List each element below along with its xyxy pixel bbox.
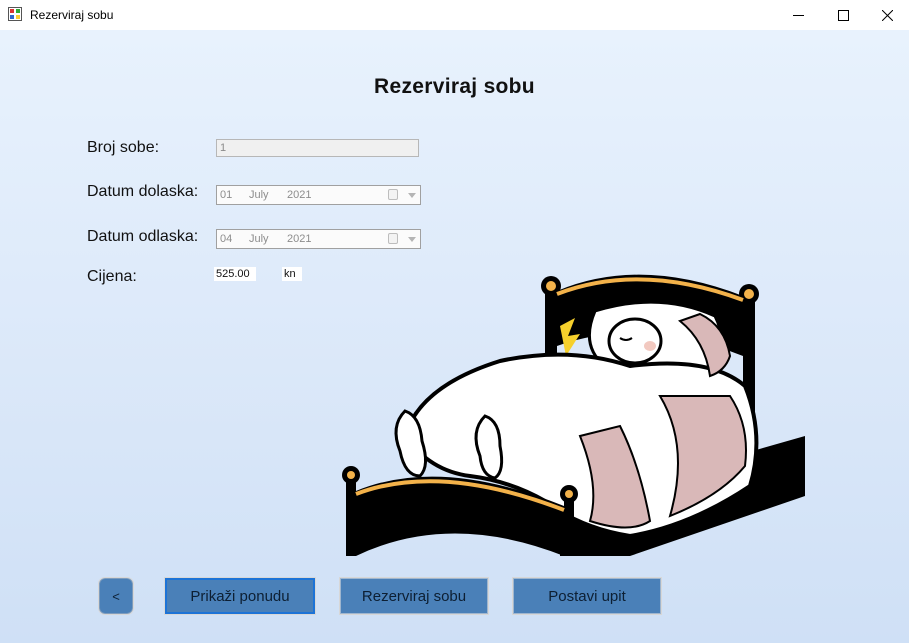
show-offer-button[interactable]: Prikaži ponudu	[164, 577, 316, 615]
maximize-icon	[837, 9, 849, 21]
close-button[interactable]	[864, 0, 909, 30]
minimize-button[interactable]	[775, 0, 821, 30]
chevron-down-icon[interactable]	[408, 237, 416, 242]
arrival-month: July	[249, 189, 269, 201]
departure-year: 2021	[287, 233, 312, 245]
departure-month: July	[249, 233, 269, 245]
close-icon	[881, 9, 893, 21]
price-label: Cijena:	[87, 268, 137, 285]
arrival-year: 2021	[287, 189, 312, 201]
arrival-date-label: Datum dolaska:	[87, 183, 199, 200]
send-inquiry-button[interactable]: Postavi upit	[512, 577, 662, 615]
room-number-label: Broj sobe:	[87, 139, 160, 156]
calendar-checkbox-icon[interactable]	[388, 233, 398, 244]
chevron-down-icon[interactable]	[408, 193, 416, 198]
form-client-area: Rezerviraj sobu Broj sobe: 1 Datum dolas…	[0, 30, 909, 643]
window-title: Rezerviraj sobu	[30, 8, 114, 22]
bed-illustration	[342, 274, 805, 556]
calendar-checkbox-icon[interactable]	[388, 189, 398, 200]
room-number-field[interactable]: 1	[216, 139, 419, 157]
title-bar: Rezerviraj sobu	[0, 0, 909, 30]
app-icon	[8, 7, 22, 21]
page-title: Rezerviraj sobu	[374, 75, 535, 98]
back-button[interactable]: <	[98, 577, 134, 615]
minimize-icon	[792, 14, 804, 16]
reserve-room-button[interactable]: Rezerviraj sobu	[339, 577, 489, 615]
price-value: 525.00	[214, 267, 256, 281]
departure-day: 04	[220, 233, 233, 245]
departure-date-picker[interactable]: 04 July 2021	[216, 229, 421, 249]
arrival-date-picker[interactable]: 01 July 2021	[216, 185, 421, 205]
departure-date-label: Datum odlaska:	[87, 228, 199, 245]
currency-label: kn	[282, 267, 302, 281]
arrival-day: 01	[220, 189, 233, 201]
maximize-button[interactable]	[820, 0, 866, 30]
